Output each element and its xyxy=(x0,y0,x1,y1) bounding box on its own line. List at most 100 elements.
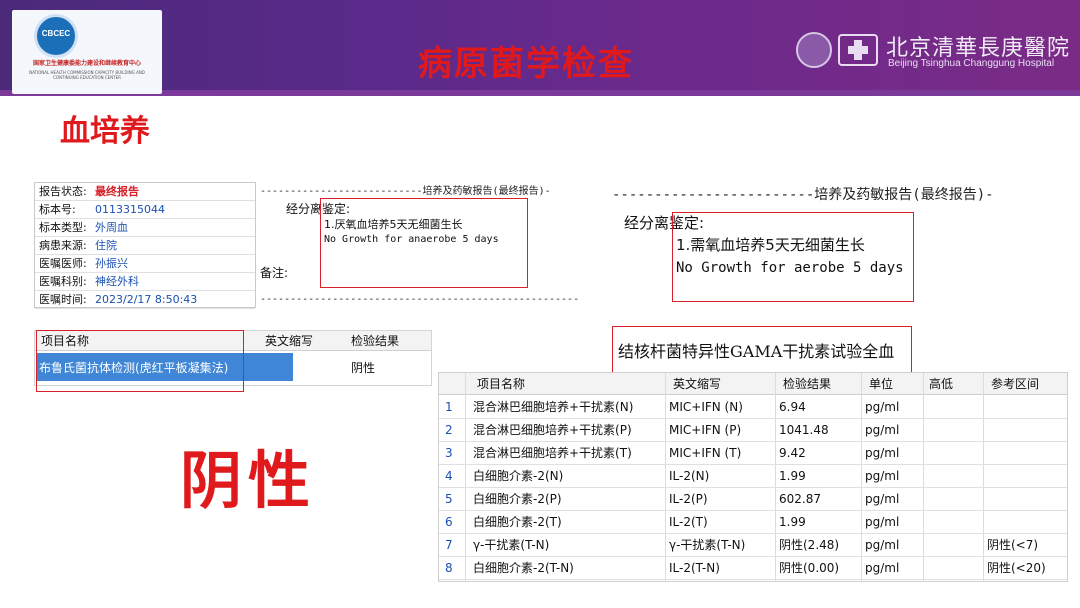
cell-no: 6 xyxy=(445,515,453,529)
cell-name: 白细胞介素-2(T) xyxy=(473,515,562,529)
cell-name: γ-干扰素(T-N) xyxy=(473,538,550,552)
status-row: 医嘱科别: 神经外科 xyxy=(35,273,255,291)
cell-abbr: IL-2(T) xyxy=(669,515,708,529)
report-header-line: ------------------------培养及药敏报告(最终报告)- xyxy=(612,187,994,203)
column-header: 单位 xyxy=(869,377,894,391)
big-negative-result: 阴性 xyxy=(180,444,317,517)
hospital-seal-icon xyxy=(796,32,832,68)
cell-result: 阴性(2.48) xyxy=(779,538,840,552)
status-row: 病患来源: 住院 xyxy=(35,237,255,255)
status-value: 外周血 xyxy=(95,221,128,234)
status-value: 0113315044 xyxy=(95,203,165,216)
cell-abbr: γ-干扰素(T-N) xyxy=(669,538,746,552)
cell-abbr: MIC+IFN (N) xyxy=(669,400,743,414)
cell-ref: 阴性(<20) xyxy=(987,561,1046,575)
section-title: 血培养 xyxy=(60,114,150,149)
cell-ref: 阴性(<7) xyxy=(987,538,1039,552)
report-status-panel: 报告状态: 最终报告 标本号: 0113315044 标本类型: 外周血 病患来源: 住院 医嘱… xyxy=(34,182,256,309)
highlight-box-aerobe xyxy=(672,212,914,302)
cell-no: 7 xyxy=(445,538,453,552)
cell-no: 3 xyxy=(445,446,453,460)
status-value: 住院 xyxy=(95,239,117,252)
cell-name: 混合淋巴细胞培养+干扰素(P) xyxy=(473,423,632,437)
status-value: 最终报告 xyxy=(95,185,139,198)
status-row: 医嘱时间: 2023/2/17 8:50:43 xyxy=(35,291,255,309)
table-row[interactable]: 8 白细胞介素-2(T-N) IL-2(T-N) 阴性(0.00) pg/ml 阴性(<2… xyxy=(439,557,1067,580)
cell-name: 白细胞介素-2(N) xyxy=(473,469,564,483)
cell-result: 6.94 xyxy=(779,400,806,414)
cell-no: 4 xyxy=(445,469,453,483)
cell-unit: pg/ml xyxy=(865,492,900,506)
status-label: 报告状态: xyxy=(39,185,87,198)
cell-unit: pg/ml xyxy=(865,400,900,414)
header-banner: CBCEC 国家卫生健康委能力建设和继续教育中心 NATIONAL HEALTH… xyxy=(0,0,1080,96)
status-row: 医嘱医师: 孙振兴 xyxy=(35,255,255,273)
status-row: 标本类型: 外周血 xyxy=(35,219,255,237)
table-row[interactable]: 6 白细胞介素-2(T) IL-2(T) 1.99 pg/ml xyxy=(439,511,1067,534)
column-header: 英文缩写 xyxy=(265,334,314,348)
slide-title: 病原菌学检查 xyxy=(418,44,634,84)
column-header: 英文缩写 xyxy=(673,377,722,391)
status-label: 病患来源: xyxy=(39,239,87,252)
cell-no: 8 xyxy=(445,561,453,575)
status-label: 医嘱医师: xyxy=(39,257,87,270)
cell-unit: pg/ml xyxy=(865,515,900,529)
cell-abbr: MIC+IFN (P) xyxy=(669,423,742,437)
banner-stripe xyxy=(0,90,1080,96)
hospital-cross-icon xyxy=(838,34,878,66)
cell-name: 混合淋巴细胞培养+干扰素(N) xyxy=(473,400,634,414)
report-header-line: ---------------------------培养及药敏报告(最终报告)… xyxy=(260,186,551,197)
table-row[interactable]: 4 白细胞介素-2(N) IL-2(N) 1.99 pg/ml xyxy=(439,465,1067,488)
table-row[interactable]: 1 混合淋巴细胞培养+干扰素(N) MIC+IFN (N) 6.94 pg/ml xyxy=(439,396,1067,419)
status-label: 医嘱时间: xyxy=(39,293,87,306)
column-header: 高低 xyxy=(929,377,954,391)
cell-no: 5 xyxy=(445,492,453,506)
cell-name: 白细胞介素-2(T-N) xyxy=(473,561,574,575)
cell-result: 1.99 xyxy=(779,469,806,483)
cell-unit: pg/ml xyxy=(865,538,900,552)
status-row: 标本号: 0113315044 xyxy=(35,201,255,219)
report-footer-line: ----------------------------------------… xyxy=(260,294,580,305)
cell-no: 2 xyxy=(445,423,453,437)
cell-name: 白细胞介素-2(P) xyxy=(473,492,562,506)
cell-result: 1041.48 xyxy=(779,423,829,437)
cell-abbr: IL-2(N) xyxy=(669,469,710,483)
logo-abbr: CBCEC xyxy=(41,29,71,38)
table-row[interactable]: 3 混合淋巴细胞培养+干扰素(T) MIC+IFN (T) 9.42 pg/ml xyxy=(439,442,1067,465)
cell-result: 阴性(0.00) xyxy=(779,561,840,575)
cell-unit: pg/ml xyxy=(865,561,900,575)
cell-abbr: MIC+IFN (T) xyxy=(669,446,742,460)
table-row[interactable]: 2 混合淋巴细胞培养+干扰素(P) MIC+IFN (P) 1041.48 pg/ml xyxy=(439,419,1067,442)
cell-abbr: IL-2(P) xyxy=(669,492,708,506)
column-header: 参考区间 xyxy=(991,377,1040,391)
hospital-name-en: Beijing Tsinghua Changgung Hospital xyxy=(888,58,1055,69)
item-result: 阴性 xyxy=(351,361,376,375)
highlight-box-brucella xyxy=(36,330,244,392)
column-header: 检验结果 xyxy=(351,334,400,348)
cell-name: 混合淋巴细胞培养+干扰素(T) xyxy=(473,446,632,460)
highlight-box-anaerobe xyxy=(320,198,528,288)
status-row: 报告状态: 最终报告 xyxy=(35,183,255,201)
status-value: 2023/2/17 8:50:43 xyxy=(95,293,198,306)
cell-unit: pg/ml xyxy=(865,469,900,483)
cell-unit: pg/ml xyxy=(865,446,900,460)
note-label: 备注: xyxy=(260,266,289,280)
cell-abbr: IL-2(T-N) xyxy=(669,561,720,575)
cell-result: 9.42 xyxy=(779,446,806,460)
table-header: 项目名称 英文缩写 检验结果 单位 高低 参考区间 xyxy=(439,373,1067,395)
status-label: 医嘱科别: xyxy=(39,275,87,288)
highlight-box-tb-title xyxy=(612,326,912,374)
table-row[interactable]: 5 白细胞介素-2(P) IL-2(P) 602.87 pg/ml xyxy=(439,488,1067,511)
status-label: 标本类型: xyxy=(39,221,87,234)
logo-name: 国家卫生健康委能力建设和继续教育中心 xyxy=(32,60,141,67)
table-row[interactable]: 7 γ-干扰素(T-N) γ-干扰素(T-N) 阴性(2.48) pg/ml 阴性(<7) xyxy=(439,534,1067,557)
status-value: 神经外科 xyxy=(95,275,139,288)
logo-english: NATIONAL HEALTH COMMISSION CAPACITY BUIL… xyxy=(29,70,145,80)
cell-result: 1.99 xyxy=(779,515,806,529)
cell-no: 1 xyxy=(445,400,453,414)
cell-unit: pg/ml xyxy=(865,423,900,437)
logo-emblem-icon: CBCEC xyxy=(34,14,78,58)
tb-result-table: 项目名称 英文缩写 检验结果 单位 高低 参考区间 1 混合淋巴细胞培养+干扰素(… xyxy=(438,372,1068,582)
column-header: 检验结果 xyxy=(783,377,832,391)
cell-result: 602.87 xyxy=(779,492,821,506)
